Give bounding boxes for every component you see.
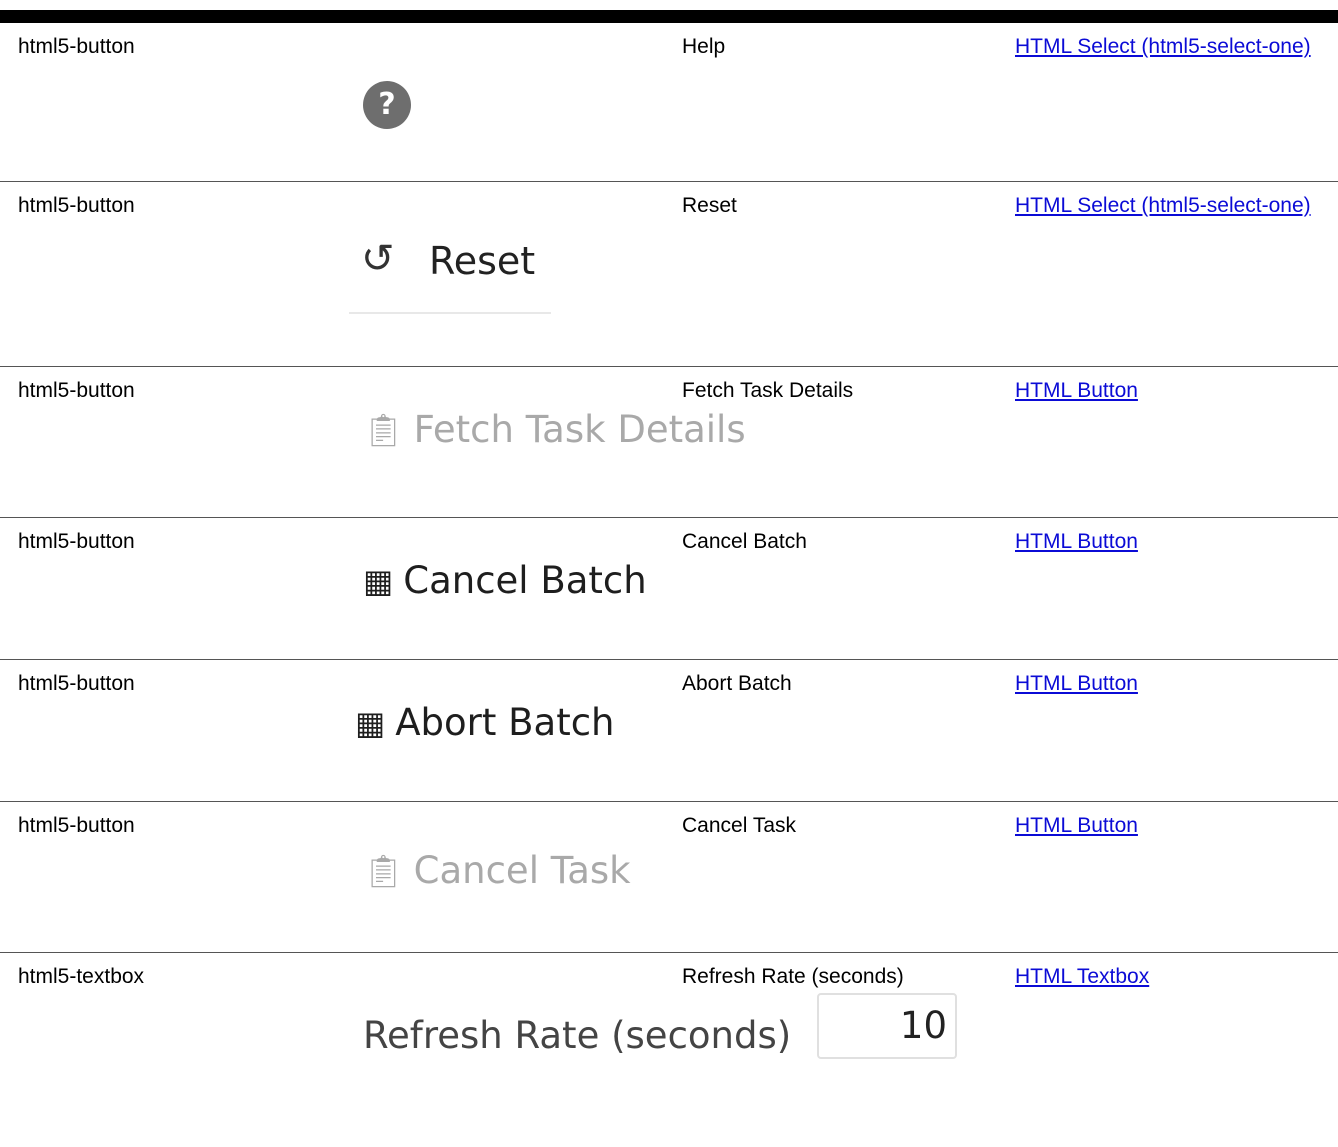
screenshot-cell: 📋︎ Cancel Task: [341, 801, 671, 952]
table-row: html5-button ? Help HTML Select (html5-s…: [0, 23, 1338, 181]
top-border: [0, 10, 1338, 23]
screenshot-cell: ▦ Abort Batch: [341, 659, 671, 801]
control-label: Cancel Batch: [682, 529, 807, 553]
abort-batch-button[interactable]: ▦ Abort Batch: [355, 700, 615, 744]
cancel-task-button[interactable]: 📋︎ Cancel Task: [363, 848, 631, 892]
control-link[interactable]: HTML Textbox: [1015, 965, 1149, 988]
abort-batch-label: Abort Batch: [395, 700, 615, 744]
control-link[interactable]: HTML Button: [1015, 814, 1138, 837]
screenshot-cell: ▦ Cancel Batch: [341, 517, 671, 659]
controls-table: html5-button ? Help HTML Select (html5-s…: [0, 23, 1338, 1122]
table-row: html5-button ↺ Reset Reset HTML Select (…: [0, 181, 1338, 366]
control-link[interactable]: HTML Button: [1015, 379, 1138, 402]
control-type: html5-button: [18, 35, 135, 58]
control-link[interactable]: HTML Button: [1015, 672, 1138, 695]
help-icon[interactable]: ?: [363, 81, 411, 129]
fetch-task-details-button[interactable]: 📋︎ Fetch Task Details: [363, 407, 746, 451]
cancel-batch-button[interactable]: ▦ Cancel Batch: [363, 558, 647, 602]
control-link[interactable]: HTML Select (html5-select-one): [1015, 194, 1311, 217]
table-row: html5-button ▦ Cancel Batch Cancel Batch…: [0, 517, 1338, 659]
control-label: Help: [682, 35, 726, 58]
control-link[interactable]: HTML Button: [1015, 530, 1138, 553]
reset-icon: ↺: [361, 235, 395, 282]
table-row: html5-button ▦ Abort Batch Abort Batch H…: [0, 659, 1338, 801]
clipboard-cancel-icon: 📋︎: [363, 851, 404, 890]
control-type: html5-button: [18, 529, 135, 553]
control-link[interactable]: HTML Select (html5-select-one): [1015, 35, 1311, 58]
table-row: html5-button 📋︎ Fetch Task Details Fetch…: [0, 366, 1338, 517]
reset-button-label: Reset: [429, 238, 536, 283]
cancel-batch-label: Cancel Batch: [403, 558, 647, 602]
screenshot-cell: Refresh Rate (seconds) 10: [341, 952, 957, 1122]
control-label: Cancel Task: [682, 813, 797, 837]
fetch-task-details-label: Fetch Task Details: [413, 407, 746, 451]
control-type: html5-button: [18, 813, 135, 837]
refresh-rate-input[interactable]: 10: [817, 992, 957, 1059]
table-row: html5-textbox Refresh Rate (seconds) 10 …: [0, 952, 1338, 1122]
control-type: html5-button: [18, 193, 135, 217]
reset-button[interactable]: ↺ Reset: [349, 235, 551, 314]
control-type: html5-button: [18, 378, 135, 402]
control-label: Abort Batch: [682, 671, 792, 695]
refresh-rate-label: Refresh Rate (seconds): [363, 1013, 792, 1057]
control-type: html5-button: [18, 671, 135, 695]
cancel-task-label: Cancel Task: [413, 848, 631, 892]
clipboard-icon: 📋︎: [363, 410, 404, 449]
screenshot-cell: ↺ Reset: [341, 181, 671, 366]
control-label: Reset: [682, 193, 737, 217]
grid-cancel-icon: ▦: [355, 703, 386, 742]
screenshot-cell: 📋︎ Fetch Task Details: [341, 366, 746, 517]
control-type: html5-textbox: [18, 964, 145, 988]
screenshot-cell: ?: [341, 23, 671, 181]
grid-cancel-icon: ▦: [363, 561, 394, 600]
table-row: html5-button 📋︎ Cancel Task Cancel Task …: [0, 801, 1338, 952]
